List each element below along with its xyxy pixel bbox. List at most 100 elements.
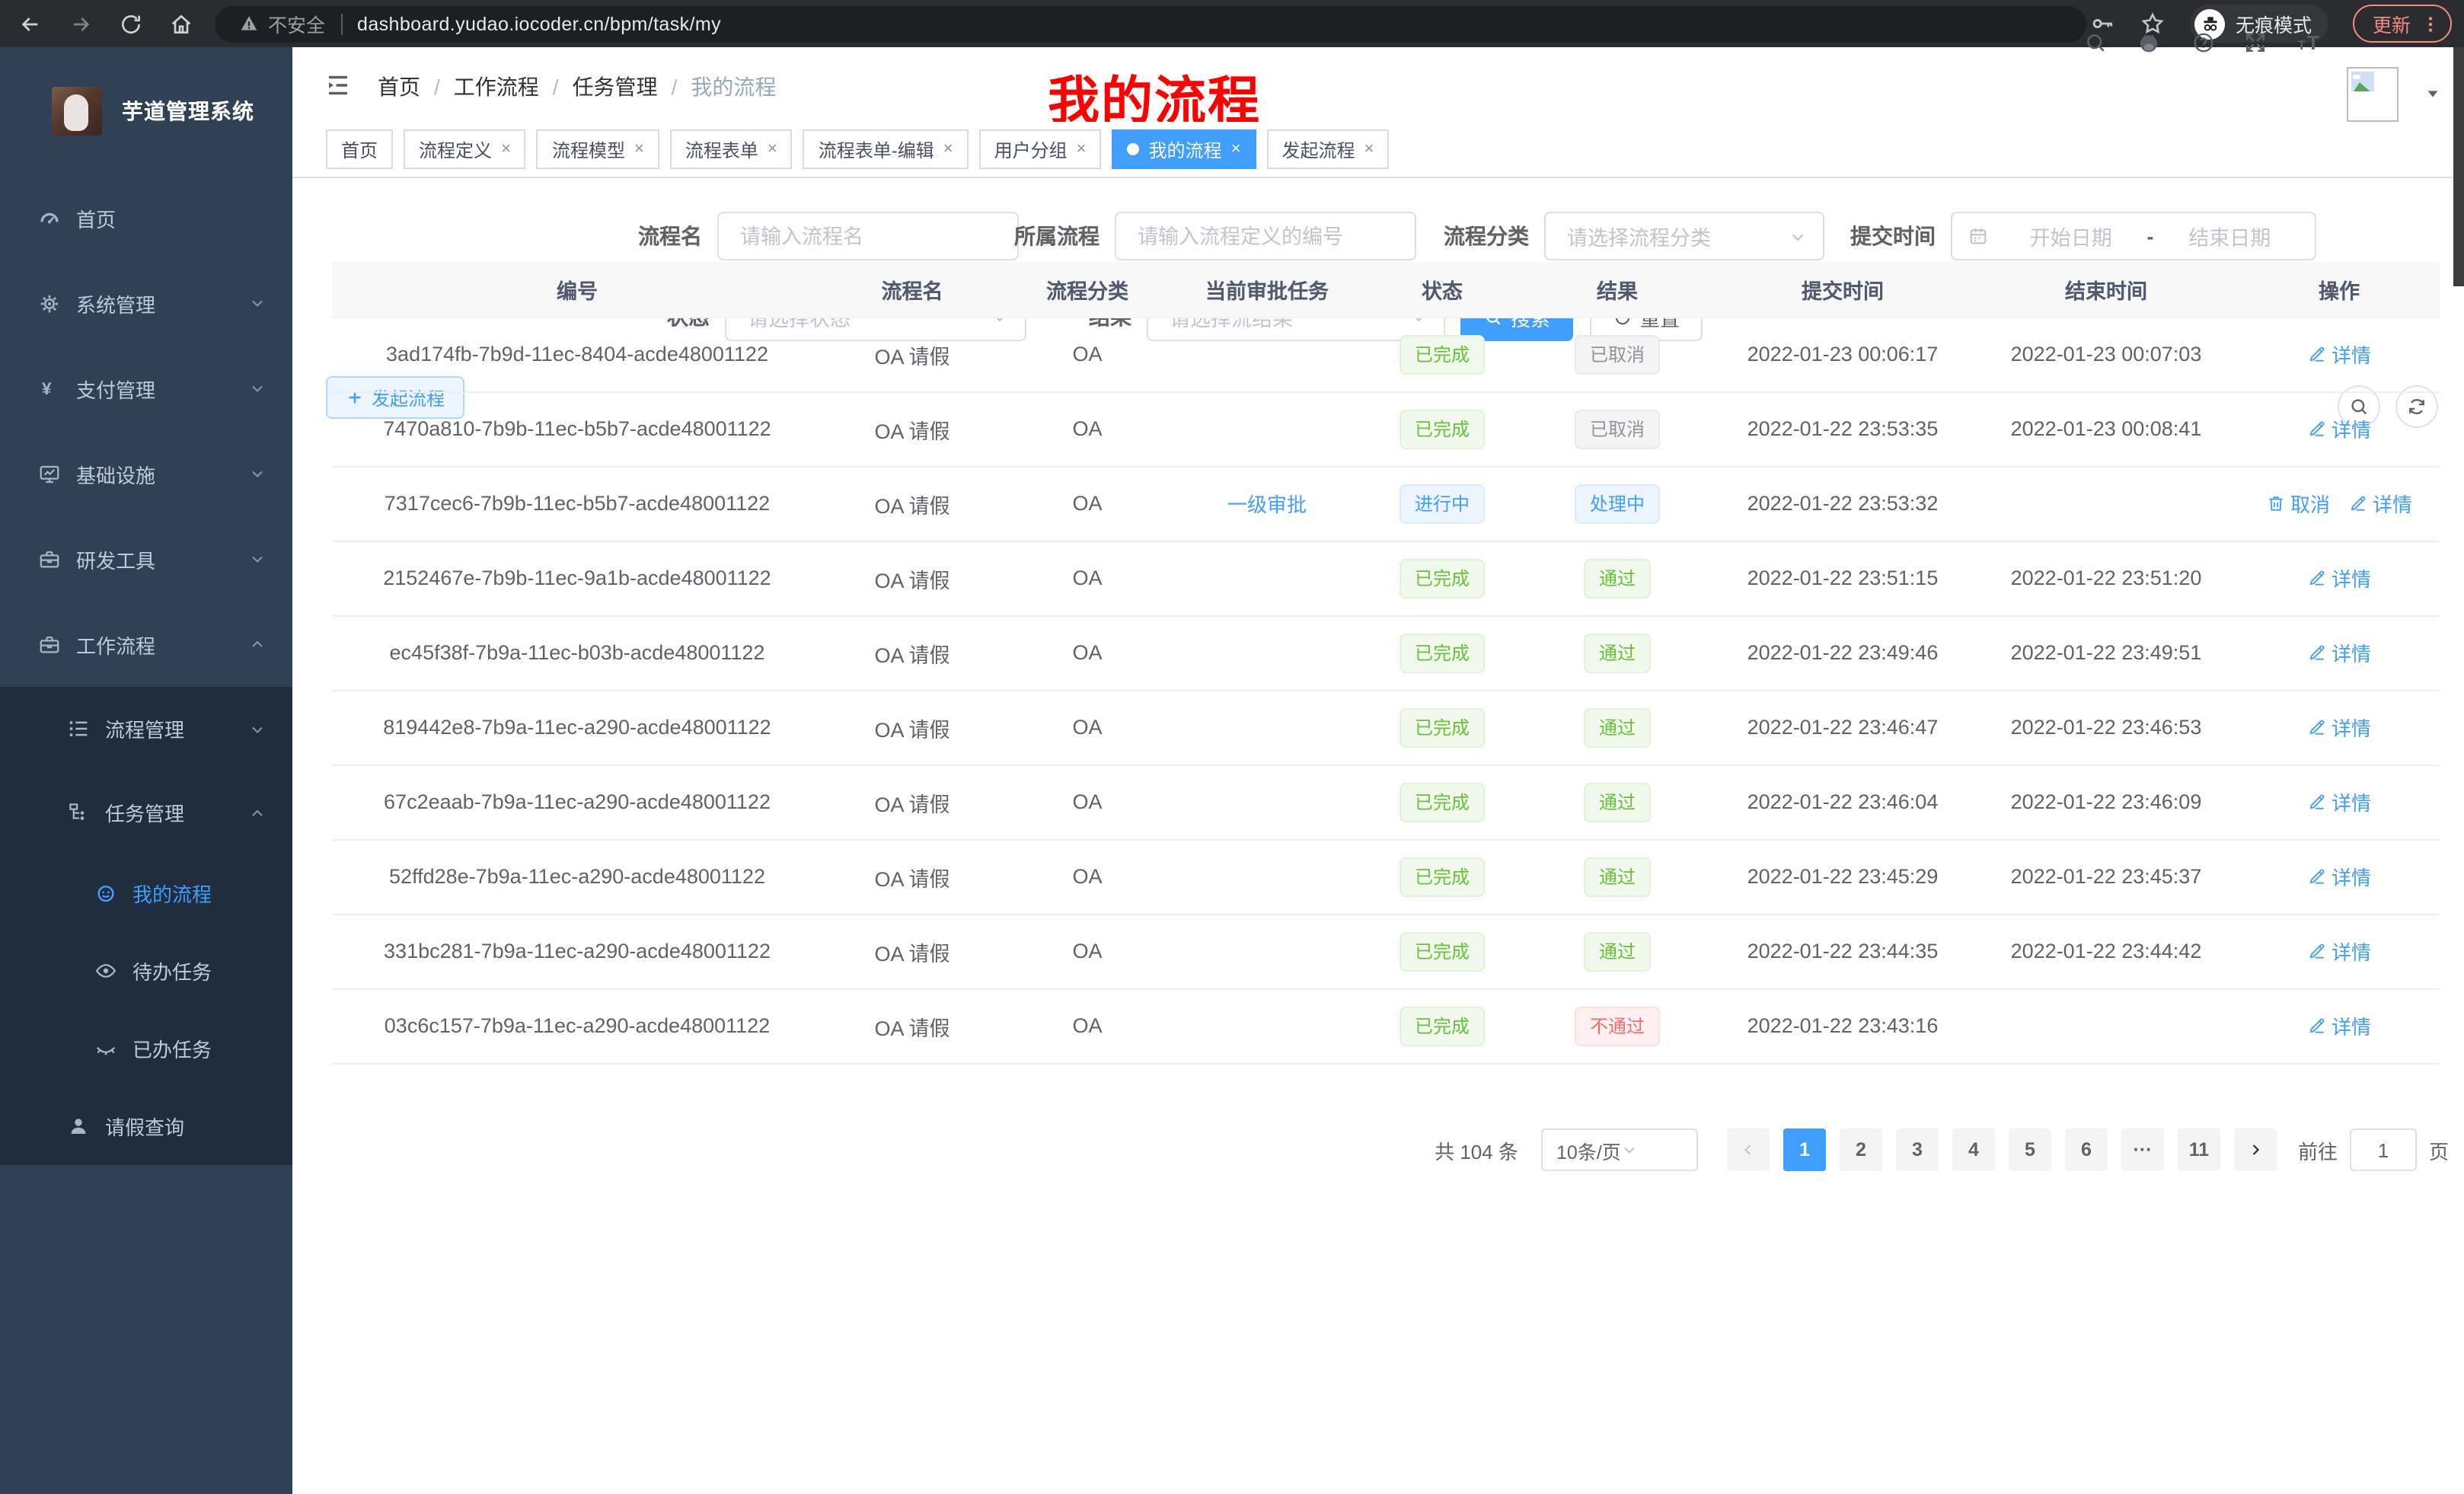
edit-icon: [2307, 419, 2327, 439]
actions-cell: 详情: [2239, 391, 2440, 466]
avatar-caret-down-icon[interactable]: [2424, 85, 2441, 102]
category-select[interactable]: 请选择流程分类: [1544, 212, 1824, 260]
detail-link[interactable]: 详情: [2307, 340, 2371, 369]
security-label[interactable]: 不安全: [268, 9, 325, 38]
end-date-placeholder[interactable]: 结束日期: [2160, 221, 2300, 251]
column-header: 操作: [2239, 262, 2440, 317]
sidebar-menu: 首页系统管理¥支付管理基础设施研发工具工作流程流程管理任务管理我的流程待办任务已…: [0, 175, 292, 1165]
address-bar[interactable]: 不安全 dashboard.yudao.iocoder.cn/bpm/task/…: [215, 5, 2086, 42]
cancel-link[interactable]: 取消: [2266, 489, 2330, 518]
chev-down-icon: [248, 464, 267, 483]
browser-forward-icon[interactable]: [62, 5, 99, 42]
browser-update-button[interactable]: 更新: [2353, 5, 2452, 43]
help-icon[interactable]: [2191, 30, 2216, 55]
detail-link[interactable]: 详情: [2307, 713, 2371, 742]
current-task-link[interactable]: 一级审批: [1227, 489, 1307, 518]
action-label: 详情: [2332, 1011, 2371, 1040]
close-icon[interactable]: ×: [1364, 140, 1374, 158]
tab-流程模型[interactable]: 流程模型×: [537, 129, 659, 169]
jump-page-input[interactable]: [2350, 1128, 2417, 1171]
tab-我的流程[interactable]: 我的流程×: [1112, 129, 1256, 169]
submit-time: 2022-01-22 23:44:35: [1712, 914, 1974, 988]
pager-prev-button[interactable]: [1727, 1128, 1770, 1171]
sidebar-item-workflow[interactable]: 工作流程: [0, 602, 292, 687]
sidebar-item-payment[interactable]: ¥支付管理: [0, 346, 292, 431]
close-icon[interactable]: ×: [634, 140, 644, 158]
pager-ellipsis[interactable]: ···: [2121, 1128, 2164, 1171]
process-category: OA: [1002, 988, 1173, 1063]
sidebar-item-devtools[interactable]: 研发工具: [0, 516, 292, 602]
github-icon[interactable]: [2137, 30, 2161, 55]
browser-reload-icon[interactable]: [113, 5, 149, 42]
sidebar-item-home[interactable]: 首页: [0, 175, 292, 260]
detail-link[interactable]: 详情: [2307, 787, 2371, 816]
sidebar-item-system[interactable]: 系统管理: [0, 260, 292, 346]
browser-back-icon[interactable]: [12, 5, 49, 42]
tab-流程表单-编辑[interactable]: 流程表单-编辑×: [803, 129, 969, 169]
dashboard-icon: [38, 206, 61, 229]
svg-text:¥: ¥: [42, 378, 52, 397]
avatar-broken-image[interactable]: [2347, 67, 2399, 122]
close-icon[interactable]: ×: [501, 140, 511, 158]
detail-link[interactable]: 详情: [2307, 414, 2371, 443]
table-header-row: 编号流程名流程分类当前审批任务状态结果提交时间结束时间操作: [332, 262, 2440, 317]
page-size-select[interactable]: 10条/页: [1541, 1128, 1698, 1171]
sidebar-item-process-mgmt[interactable]: 流程管理: [0, 687, 292, 771]
process-def-input[interactable]: [1115, 212, 1416, 260]
action-label: 详情: [2332, 862, 2371, 891]
close-icon[interactable]: ×: [1077, 140, 1087, 158]
browser-scrollbar-thumb[interactable]: [2453, 47, 2464, 286]
sidebar-item-done-task[interactable]: 已办任务: [0, 1010, 292, 1087]
submit-time: 2022-01-22 23:53:32: [1712, 466, 1974, 541]
detail-link[interactable]: 详情: [2307, 862, 2371, 891]
sidebar-item-todo-task[interactable]: 待办任务: [0, 932, 292, 1010]
current-task: [1173, 615, 1361, 690]
chev-down-icon: [248, 379, 267, 397]
sidebar-list-icon: [67, 717, 90, 740]
close-icon[interactable]: ×: [768, 140, 777, 158]
result-badge: 通过: [1584, 931, 1651, 971]
pager-page-1[interactable]: 1: [1783, 1128, 1826, 1171]
pager-page-2[interactable]: 2: [1840, 1128, 1882, 1171]
browser-home-icon[interactable]: [163, 5, 199, 42]
submit-time-range[interactable]: 开始日期 - 结束日期: [1951, 212, 2316, 260]
url-text[interactable]: dashboard.yudao.iocoder.cn/bpm/task/my: [357, 13, 721, 34]
tab-流程定义[interactable]: 流程定义×: [404, 129, 526, 169]
detail-link[interactable]: 详情: [2307, 638, 2371, 667]
edit-icon: [2307, 1016, 2327, 1036]
filter-process-def: 所属流程: [1014, 212, 1416, 260]
sidebar-item-leave-query[interactable]: 请假查询: [0, 1087, 292, 1165]
tab-流程表单[interactable]: 流程表单×: [670, 129, 793, 169]
tab-发起流程[interactable]: 发起流程×: [1266, 129, 1389, 169]
sidebar-item-my-process[interactable]: 我的流程: [0, 854, 292, 932]
pager-page-11[interactable]: 11: [2178, 1128, 2220, 1171]
submit-time: 2022-01-22 23:53:35: [1712, 391, 1974, 466]
pager-page-3[interactable]: 3: [1896, 1128, 1939, 1171]
pager-next-button[interactable]: [2234, 1128, 2277, 1171]
process-name: OA 请假: [822, 690, 1002, 765]
submit-time: 2022-01-22 23:51:15: [1712, 541, 1974, 615]
collapse-menu-icon[interactable]: [324, 72, 352, 99]
pager-page-4[interactable]: 4: [1952, 1128, 1995, 1171]
chev-down-icon: [248, 294, 267, 312]
close-icon[interactable]: ×: [943, 140, 953, 158]
breadcrumb-item-home[interactable]: 首页: [378, 72, 420, 102]
close-icon[interactable]: ×: [1231, 140, 1241, 158]
header-search-icon[interactable]: [2083, 30, 2108, 55]
sidebar-item-infra[interactable]: 基础设施: [0, 431, 292, 516]
tab-用户分组[interactable]: 用户分组×: [979, 129, 1102, 169]
pager-page-6[interactable]: 6: [2065, 1128, 2108, 1171]
detail-link[interactable]: 详情: [2307, 563, 2371, 592]
filter-process-name: 流程名: [638, 212, 1019, 260]
start-date-placeholder[interactable]: 开始日期: [2001, 221, 2141, 251]
detail-link[interactable]: 详情: [2307, 1011, 2371, 1040]
tab-首页[interactable]: 首页: [326, 129, 393, 169]
gear-icon: [38, 292, 61, 314]
detail-link[interactable]: 详情: [2307, 937, 2371, 966]
detail-link[interactable]: 详情: [2348, 489, 2412, 518]
process-name-input[interactable]: [717, 212, 1019, 260]
pager-page-5[interactable]: 5: [2009, 1128, 2051, 1171]
fullscreen-icon[interactable]: [2243, 30, 2268, 55]
font-size-icon[interactable]: TT: [2296, 30, 2327, 55]
sidebar-item-task-mgmt[interactable]: 任务管理: [0, 771, 292, 854]
